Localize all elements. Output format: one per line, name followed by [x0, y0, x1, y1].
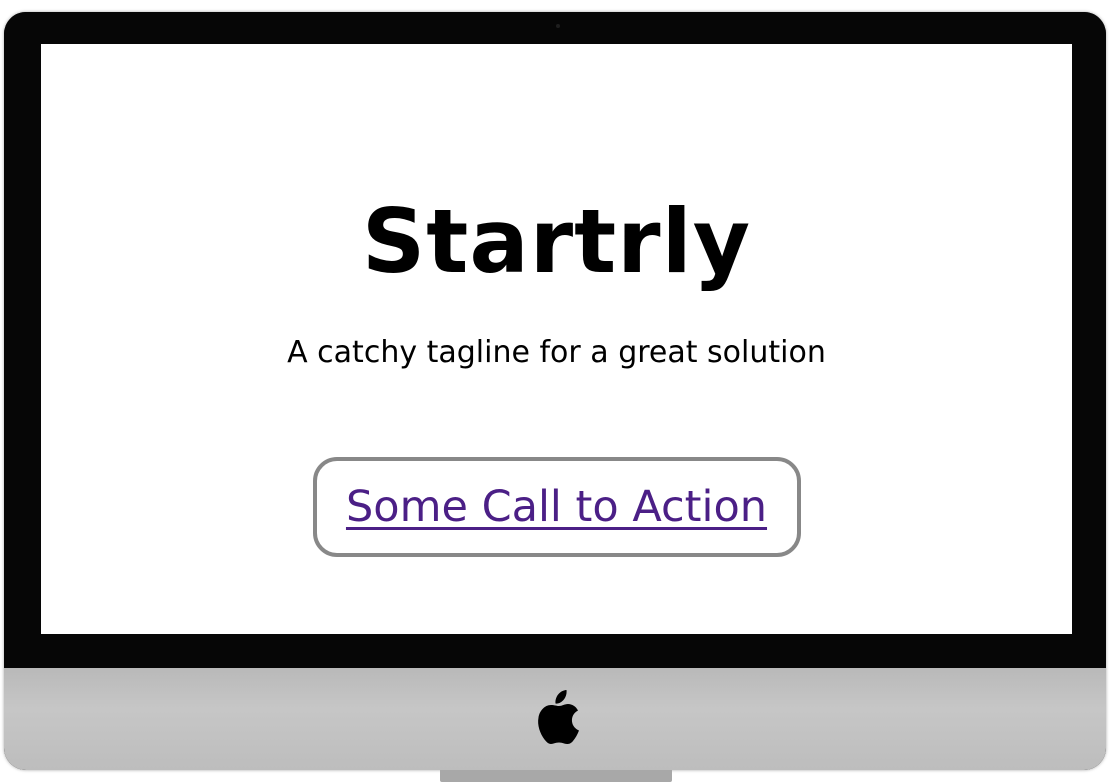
cta-link[interactable]: Some Call to Action [346, 482, 767, 532]
tagline: A catchy tagline for a great solution [287, 335, 826, 370]
page-title: Startrly [361, 190, 752, 293]
monitor-bezel: Startrly A catchy tagline for a great so… [4, 12, 1106, 668]
camera-icon [556, 24, 560, 28]
monitor-frame: Startrly A catchy tagline for a great so… [4, 12, 1106, 770]
cta-button[interactable]: Some Call to Action [312, 457, 801, 557]
monitor-chin [4, 668, 1106, 770]
monitor-screen: Startrly A catchy tagline for a great so… [41, 44, 1072, 634]
apple-logo-icon [538, 690, 579, 744]
monitor-stand [440, 770, 672, 782]
